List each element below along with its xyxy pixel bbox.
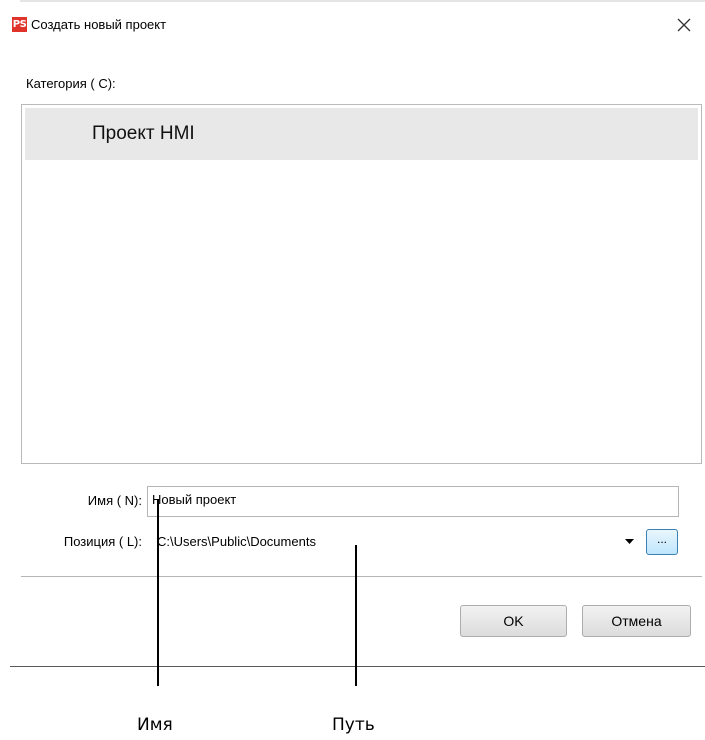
- ok-button[interactable]: OK: [460, 605, 567, 637]
- path-annotation: Путь: [332, 715, 375, 735]
- name-label: Имя ( N):: [87, 493, 142, 508]
- dialog-window: PS Создать новый проект Категория ( C): …: [0, 0, 705, 740]
- location-value: C:\Users\Public\Documents: [157, 534, 316, 549]
- title-bar[interactable]: PS Создать новый проект: [0, 0, 705, 46]
- category-item-label: Проект HMI: [92, 123, 195, 144]
- close-button[interactable]: [665, 8, 705, 42]
- dropdown-arrow-icon[interactable]: [625, 539, 634, 544]
- dialog-title: Создать новый проект: [31, 17, 167, 32]
- location-label: Позиция ( L):: [63, 534, 142, 549]
- path-pointer-line: [355, 545, 357, 686]
- name-pointer-line: [157, 500, 159, 686]
- browse-button[interactable]: ...: [646, 529, 678, 555]
- name-annotation: Имя: [137, 715, 173, 735]
- category-item-hmi-project[interactable]: Проект HMI: [25, 108, 698, 160]
- cancel-button[interactable]: Отмена: [582, 605, 691, 637]
- close-icon: [677, 18, 691, 32]
- project-name-input[interactable]: [147, 486, 679, 517]
- category-label: Категория ( C):: [26, 76, 116, 91]
- app-logo-icon: PS: [12, 17, 27, 32]
- category-list[interactable]: Проект HMI: [21, 104, 702, 464]
- location-combobox[interactable]: C:\Users\Public\Documents: [147, 527, 638, 558]
- footer-separator: [21, 576, 702, 577]
- dialog-bottom-edge: [10, 666, 705, 667]
